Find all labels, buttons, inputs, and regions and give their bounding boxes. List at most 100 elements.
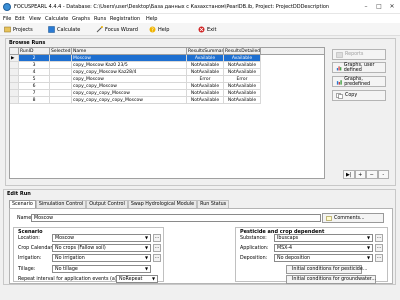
name-cell[interactable]: copy_copy_copy_copy_Moscow [72, 97, 187, 104]
crop-calendar-browse-button[interactable]: ... [153, 244, 161, 252]
run-id-cell[interactable]: 7 [19, 90, 50, 97]
tab-run-status[interactable]: Run Status [197, 200, 230, 208]
row-indicator[interactable] [10, 83, 19, 90]
close-icon[interactable]: ✕ [386, 2, 398, 12]
run-id-cell[interactable]: 5 [19, 76, 50, 83]
menu-view[interactable]: View [29, 16, 41, 22]
run-name-field[interactable]: Moscow [31, 214, 321, 222]
calculate-button[interactable]: Calculate [48, 25, 80, 34]
copy-button[interactable]: Copy [332, 90, 386, 101]
initial-conditions-pesticide-button[interactable]: Initial conditions for pesticide... [286, 265, 367, 274]
crop-calendar-dropdown[interactable]: No crops (Fallow soil) ▼ [52, 244, 151, 252]
row-indicator[interactable] [10, 76, 19, 83]
results-summary-cell[interactable]: NotAvailable [187, 62, 224, 69]
name-cell[interactable]: copy_copy_Moscow Kaz28/4 [72, 69, 187, 76]
row-indicator[interactable] [10, 90, 19, 97]
results-detailed-cell[interactable]: Error [224, 76, 261, 83]
selected-cell[interactable] [50, 69, 72, 76]
menu-runs[interactable]: Runs [94, 16, 106, 22]
substance-dropdown[interactable]: Ibuscaps ▼ [274, 234, 373, 242]
results-summary-cell[interactable]: NotAvailable [187, 69, 224, 76]
runs-grid[interactable]: RunID Selected Name ResultsSummary Resul… [9, 47, 325, 179]
table-row[interactable]: 7 copy_copy_copy_Moscow NotAvailable NotAva… [10, 90, 283, 97]
header-results-detailed[interactable]: ResultsDetailed [224, 48, 261, 55]
location-dropdown[interactable]: Moscow ▼ [52, 234, 151, 242]
menu-registration[interactable]: Registration [110, 16, 140, 22]
header-runid[interactable]: RunID [19, 48, 50, 55]
name-cell[interactable]: Moscow [72, 55, 187, 62]
irrigation-browse-button[interactable]: ... [153, 254, 161, 262]
name-cell[interactable]: copy_Moscow Kaz0 23/5 [72, 62, 187, 69]
minimize-icon[interactable]: – [360, 2, 372, 12]
results-detailed-cell[interactable]: NotAvailable [224, 97, 261, 104]
application-dropdown[interactable]: MSX-4 ▼ [274, 244, 373, 252]
run-id-cell[interactable]: 8 [19, 97, 50, 104]
menu-file[interactable]: File [3, 16, 11, 22]
table-row[interactable]: 8 copy_copy_copy_copy_Moscow NotAvailable N… [10, 97, 283, 104]
irrigation-dropdown[interactable]: No irrigation ▼ [52, 254, 151, 262]
results-detailed-cell[interactable]: NotAvailable [224, 83, 261, 90]
results-summary-cell[interactable]: NotAvailable [187, 97, 224, 104]
run-id-cell[interactable]: 2 [19, 55, 50, 62]
run-id-cell[interactable]: 6 [19, 83, 50, 90]
table-row[interactable]: 5 copy_Moscow Error Error [10, 76, 283, 83]
focus-wizard-button[interactable]: Focus Wizard [96, 25, 138, 34]
results-summary-cell[interactable]: NotAvailable [187, 83, 224, 90]
name-cell[interactable]: copy_Moscow [72, 76, 187, 83]
location-browse-button[interactable]: ... [153, 234, 161, 242]
results-summary-cell[interactable]: Available [187, 55, 224, 62]
graphs-user-defined-button[interactable]: Graphs, user defined [332, 62, 386, 73]
results-detailed-cell[interactable]: NotAvailable [224, 62, 261, 69]
comments-button[interactable]: Comments... [322, 213, 384, 223]
table-row[interactable]: ▶ 2 Moscow Available Available [10, 55, 283, 62]
run-id-cell[interactable]: 4 [19, 69, 50, 76]
tab-simulation-control[interactable]: Simulation Control [35, 200, 87, 208]
menu-edit[interactable]: Edit [15, 16, 25, 22]
deposition-browse-button[interactable]: ... [375, 254, 383, 262]
exit-button[interactable]: Exit [198, 25, 216, 34]
run-id-cell[interactable]: 3 [19, 62, 50, 69]
menu-graphs[interactable]: Graphs [72, 16, 90, 22]
header-results-summary[interactable]: ResultsSummary [187, 48, 224, 55]
name-cell[interactable]: copy_copy_Moscow [72, 83, 187, 90]
nav-last-button[interactable]: ▶| [343, 170, 355, 179]
header-name[interactable]: Name [72, 48, 187, 55]
initial-conditions-groundwater-button[interactable]: Initial conditions for groundwater... [286, 275, 376, 284]
graphs-predefined-button[interactable]: Graphs, predefined [332, 76, 386, 87]
row-indicator[interactable]: ▶ [10, 55, 19, 62]
tab-output-control[interactable]: Output Control [86, 200, 128, 208]
table-row[interactable]: 4 copy_copy_Moscow Kaz28/4 NotAvailable Not… [10, 69, 283, 76]
tab-swap-hydrological-module[interactable]: Swap Hydrological Module [127, 200, 198, 208]
nav-insert-button[interactable]: + [354, 170, 366, 179]
results-detailed-cell[interactable]: Available [224, 55, 261, 62]
menu-help[interactable]: Help [146, 16, 157, 22]
tillage-dropdown[interactable]: No tillage ▼ [52, 265, 151, 273]
projects-button[interactable]: Projects [4, 25, 33, 34]
application-browse-button[interactable]: ... [375, 244, 383, 252]
table-row[interactable]: 6 copy_copy_Moscow NotAvailable NotAvailabl… [10, 83, 283, 90]
results-summary-cell[interactable]: NotAvailable [187, 90, 224, 97]
table-row[interactable]: 3 copy_Moscow Kaz0 23/5 NotAvailable NotAva… [10, 62, 283, 69]
repeat-interval-dropdown[interactable]: NoRepeat ▼ [116, 275, 158, 283]
selected-cell[interactable] [50, 90, 72, 97]
selected-cell[interactable] [50, 76, 72, 83]
selected-cell[interactable] [50, 83, 72, 90]
maximize-icon[interactable]: □ [373, 2, 385, 12]
help-button[interactable]: ? Help [149, 25, 169, 34]
row-indicator[interactable] [10, 97, 19, 104]
results-detailed-cell[interactable]: NotAvailable [224, 69, 261, 76]
reports-button[interactable]: Reports [332, 49, 386, 60]
header-selected[interactable]: Selected [50, 48, 72, 55]
selected-cell[interactable] [50, 55, 72, 62]
nav-delete-button[interactable]: − [366, 170, 378, 179]
selected-cell[interactable] [50, 97, 72, 104]
row-indicator[interactable] [10, 69, 19, 76]
results-detailed-cell[interactable]: NotAvailable [224, 90, 261, 97]
menu-calculate[interactable]: Calculate [45, 16, 68, 22]
substance-browse-button[interactable]: ... [375, 234, 383, 242]
selected-cell[interactable] [50, 62, 72, 69]
deposition-dropdown[interactable]: No deposition ▼ [274, 254, 373, 262]
name-cell[interactable]: copy_copy_copy_Moscow [72, 90, 187, 97]
row-indicator[interactable] [10, 62, 19, 69]
nav-cancel-button[interactable]: - [377, 170, 389, 179]
